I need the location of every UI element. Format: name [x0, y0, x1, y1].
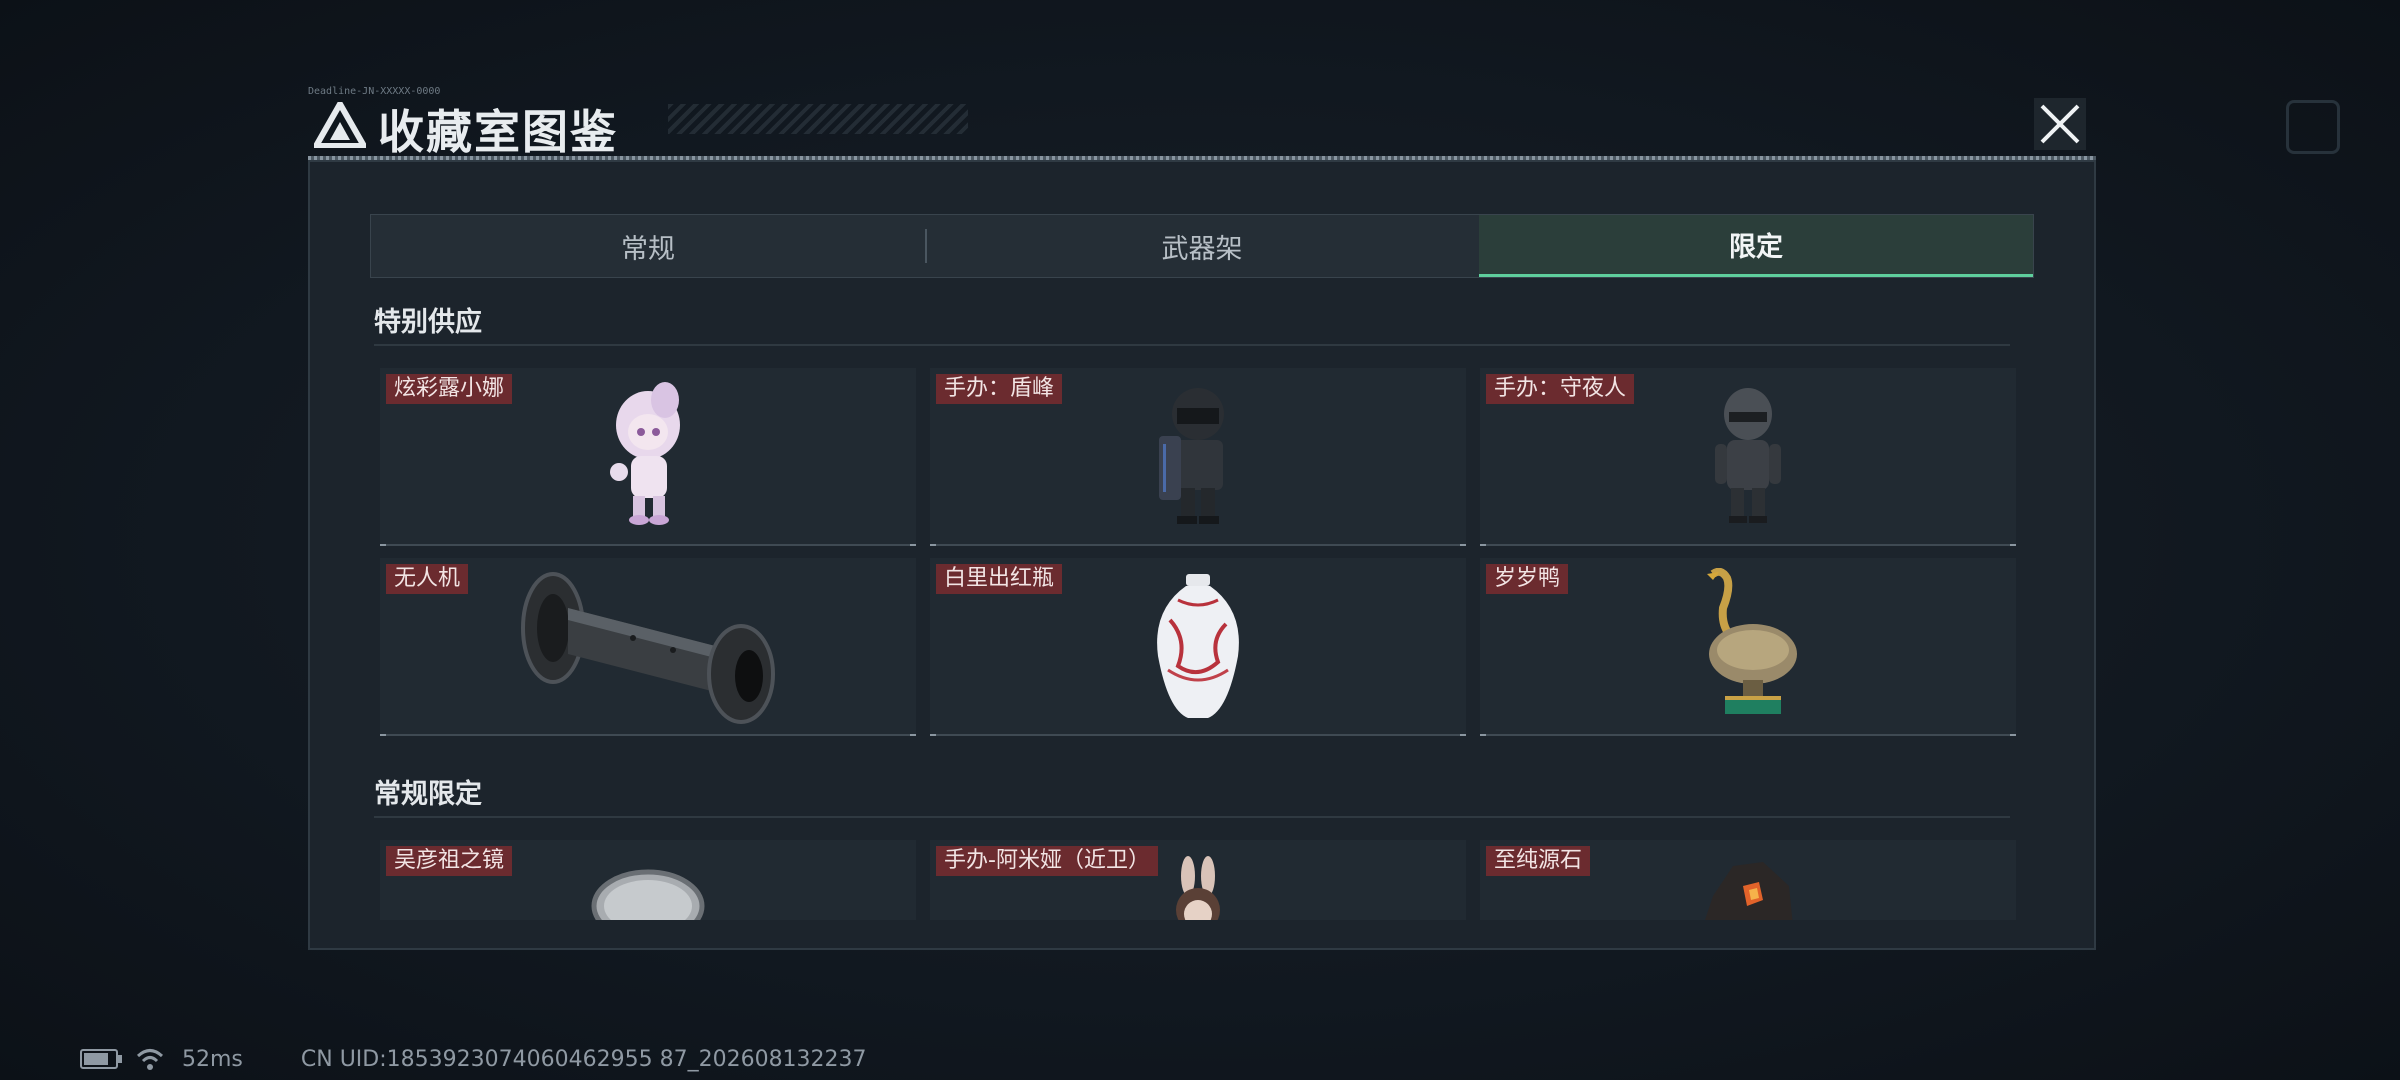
figure-night-watch-icon	[1715, 388, 1781, 523]
mirror-icon	[591, 869, 705, 920]
item-label: 无人机	[386, 564, 469, 594]
item-label: 至纯源石	[1486, 846, 1591, 876]
background-icon	[2286, 100, 2340, 154]
item-label: 炫彩露小娜	[386, 374, 513, 404]
section-divider	[374, 344, 2010, 346]
tab-label: 限定	[1729, 232, 1783, 263]
collection-item[interactable]: 吴彦祖之镜	[380, 840, 916, 920]
item-label: 手办-阿米娅（近卫）	[936, 846, 1158, 876]
porcelain-vase-icon	[1157, 574, 1239, 718]
battery-icon	[80, 1049, 122, 1069]
crystal-stone-icon	[1705, 862, 1793, 920]
delta-logo-icon	[314, 102, 366, 148]
collection-item[interactable]: 岁岁鸭	[1480, 558, 2016, 736]
collection-item[interactable]: 手办：盾峰	[930, 368, 1466, 546]
header-decoration	[668, 104, 968, 134]
ping-text: 52ms	[182, 1046, 243, 1072]
wifi-icon	[136, 1049, 164, 1070]
section-title: 特别供应	[374, 307, 482, 338]
tab-weapon-rack[interactable]: 武器架	[925, 215, 1479, 277]
item-label: 白里出红瓶	[936, 564, 1063, 594]
collection-item[interactable]: 白里出红瓶	[930, 558, 1466, 736]
figure-shield-soldier-icon	[1159, 388, 1224, 524]
item-label: 岁岁鸭	[1486, 564, 1569, 594]
collection-list[interactable]: 特别供应 炫彩露小娜 手办：盾峰 手办：守夜人 无人机 白里出红瓶 岁岁鸭 常规…	[374, 280, 2034, 920]
section-title: 常规限定	[374, 779, 482, 810]
collection-item[interactable]: 手办：守夜人	[1480, 368, 2016, 546]
tab-label: 武器架	[1161, 233, 1243, 265]
close-icon	[2040, 104, 2080, 144]
uid-text: CN UID:1853923074060462955 87_2026081322…	[300, 1046, 867, 1072]
bronze-duck-icon	[1707, 568, 1797, 714]
item-label: 吴彦祖之镜	[386, 846, 513, 876]
tab-label: 常规	[621, 233, 675, 265]
tab-regular[interactable]: 常规	[371, 215, 925, 277]
status-bar: 52ms CN UID:1853923074060462955 87_20260…	[80, 1038, 867, 1080]
item-label: 手办：守夜人	[1486, 374, 1635, 404]
figure-rabbit-icon	[1176, 856, 1220, 920]
collection-panel: 常规 武器架 限定 特别供应 炫彩露小娜 手办：盾峰 手办：守夜人 无人机 白里…	[308, 160, 2096, 950]
close-button[interactable]	[2034, 98, 2086, 150]
modal-header: Deadline-JN-XXXXX-0000 收藏室图鉴	[308, 86, 2096, 161]
modal-title: 收藏室图鉴	[378, 105, 618, 159]
item-label: 手办：盾峰	[936, 374, 1063, 404]
collection-item[interactable]: 无人机	[380, 558, 916, 736]
tab-limited[interactable]: 限定	[1479, 215, 2033, 277]
collection-item[interactable]: 炫彩露小娜	[380, 368, 916, 546]
drone-roller-icon	[521, 572, 775, 724]
figure-girl-icon	[610, 382, 680, 525]
section-divider	[374, 816, 2010, 818]
collection-item[interactable]: 手办-阿米娅（近卫）	[930, 840, 1466, 920]
tab-bar: 常规 武器架 限定	[370, 214, 2034, 278]
collection-item[interactable]: 至纯源石	[1480, 840, 2016, 920]
